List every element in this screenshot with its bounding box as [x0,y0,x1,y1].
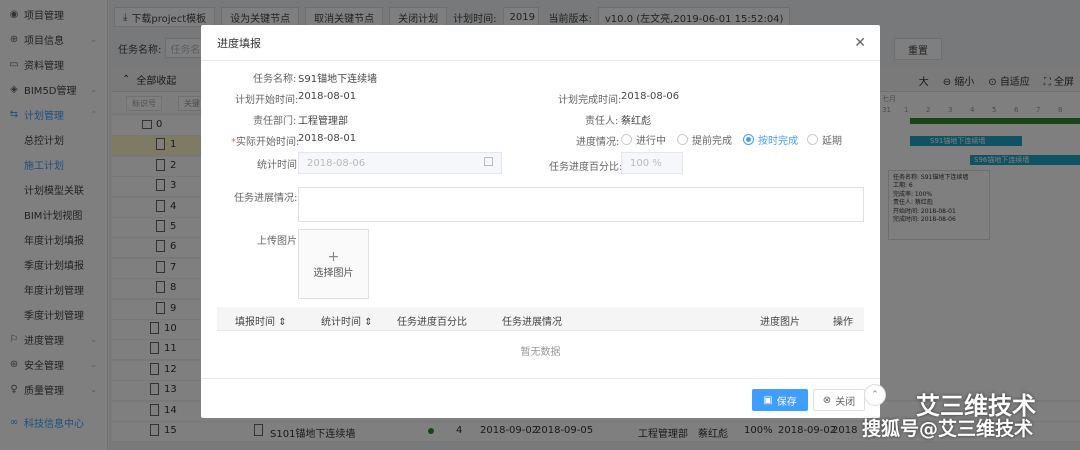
pct-label: 任务进度百分比: [549,162,623,173]
plus-icon: + [327,248,340,265]
upload-text: 选择图片 [313,267,354,279]
th-report-time[interactable]: 填报时间 ⇕ [235,313,287,328]
radio-label: 进行中 [636,136,666,147]
watermark-account: 搜狐号@艾三维技术 [862,418,1034,440]
plan-start-value: 2018-08-01 [298,91,357,102]
progress-report-dialog: 进度填报 ✕ 任务名称: S91锚地下连续墙 计划开始时间: 2018-08-0… [201,25,880,418]
dept-label: 责任部门: [253,116,297,127]
radio-circle [621,134,632,145]
dept-value: 工程管理部 [298,116,348,127]
actual-start-label: *实际开始时间: [231,137,300,148]
radio-circle [807,134,818,145]
status-radio-0[interactable]: 进行中 [621,132,666,147]
upload-label: 上传图片: [257,236,301,247]
dialog-title: 进度填报 [201,25,880,61]
th-progress: 任务进展情况 [502,317,562,328]
progress-label: 任务进展情况: [234,193,298,204]
dialog-footer: ▣ 保存 ⊗ 关闭 [201,378,880,418]
close-icon[interactable]: ✕ [854,35,866,51]
stat-time-input[interactable]: 2018-08-06 [298,152,502,174]
status-radio-3[interactable]: 延期 [807,132,842,147]
th-stat-time[interactable]: 统计时间 ⇕ [321,313,373,328]
radio-circle [743,134,754,145]
calendar-icon [484,157,493,166]
plan-end-value: 2018-08-06 [621,91,680,102]
status-label: 进度情况: [576,137,620,148]
person-label: 责任人: [585,116,619,127]
actual-start-value: 2018-08-01 [298,133,357,144]
close-circle-icon: ⊗ [822,394,832,406]
status-radio-1[interactable]: 提前完成 [677,132,732,147]
save-button[interactable]: ▣ 保存 [752,389,808,411]
radio-label: 提前完成 [692,136,732,147]
save-icon: ▣ [763,394,773,406]
pct-input[interactable]: 100 % [621,152,683,174]
stat-time-label: 统计时间: [257,160,301,171]
radio-circle [677,134,688,145]
th-image: 进度图片 [760,317,800,328]
status-radio-2[interactable]: 按时完成 [743,132,798,147]
person-value: 蔡红彪 [621,116,651,127]
radio-label: 按时完成 [758,136,798,147]
radio-label: 延期 [822,136,842,147]
history-table-header: 填报时间 ⇕ 统计时间 ⇕ 任务进度百分比 任务进展情况 进度图片 操作 [217,307,864,331]
task-name-label: 任务名称: [253,74,297,85]
scroll-up-icon[interactable]: ⌃ [864,384,886,406]
task-name-value: S91锚地下连续墙 [298,74,378,85]
empty-state: 暂无数据 [520,347,561,358]
th-action: 操作 [833,317,853,328]
upload-image-button[interactable]: + 选择图片 [298,229,369,299]
th-pct: 任务进度百分比 [397,317,467,328]
close-button[interactable]: ⊗ 关闭 [813,389,865,411]
progress-textarea[interactable] [298,187,864,222]
plan-start-label: 计划开始时间: [235,95,299,106]
plan-end-label: 计划完成时间: [558,95,622,106]
